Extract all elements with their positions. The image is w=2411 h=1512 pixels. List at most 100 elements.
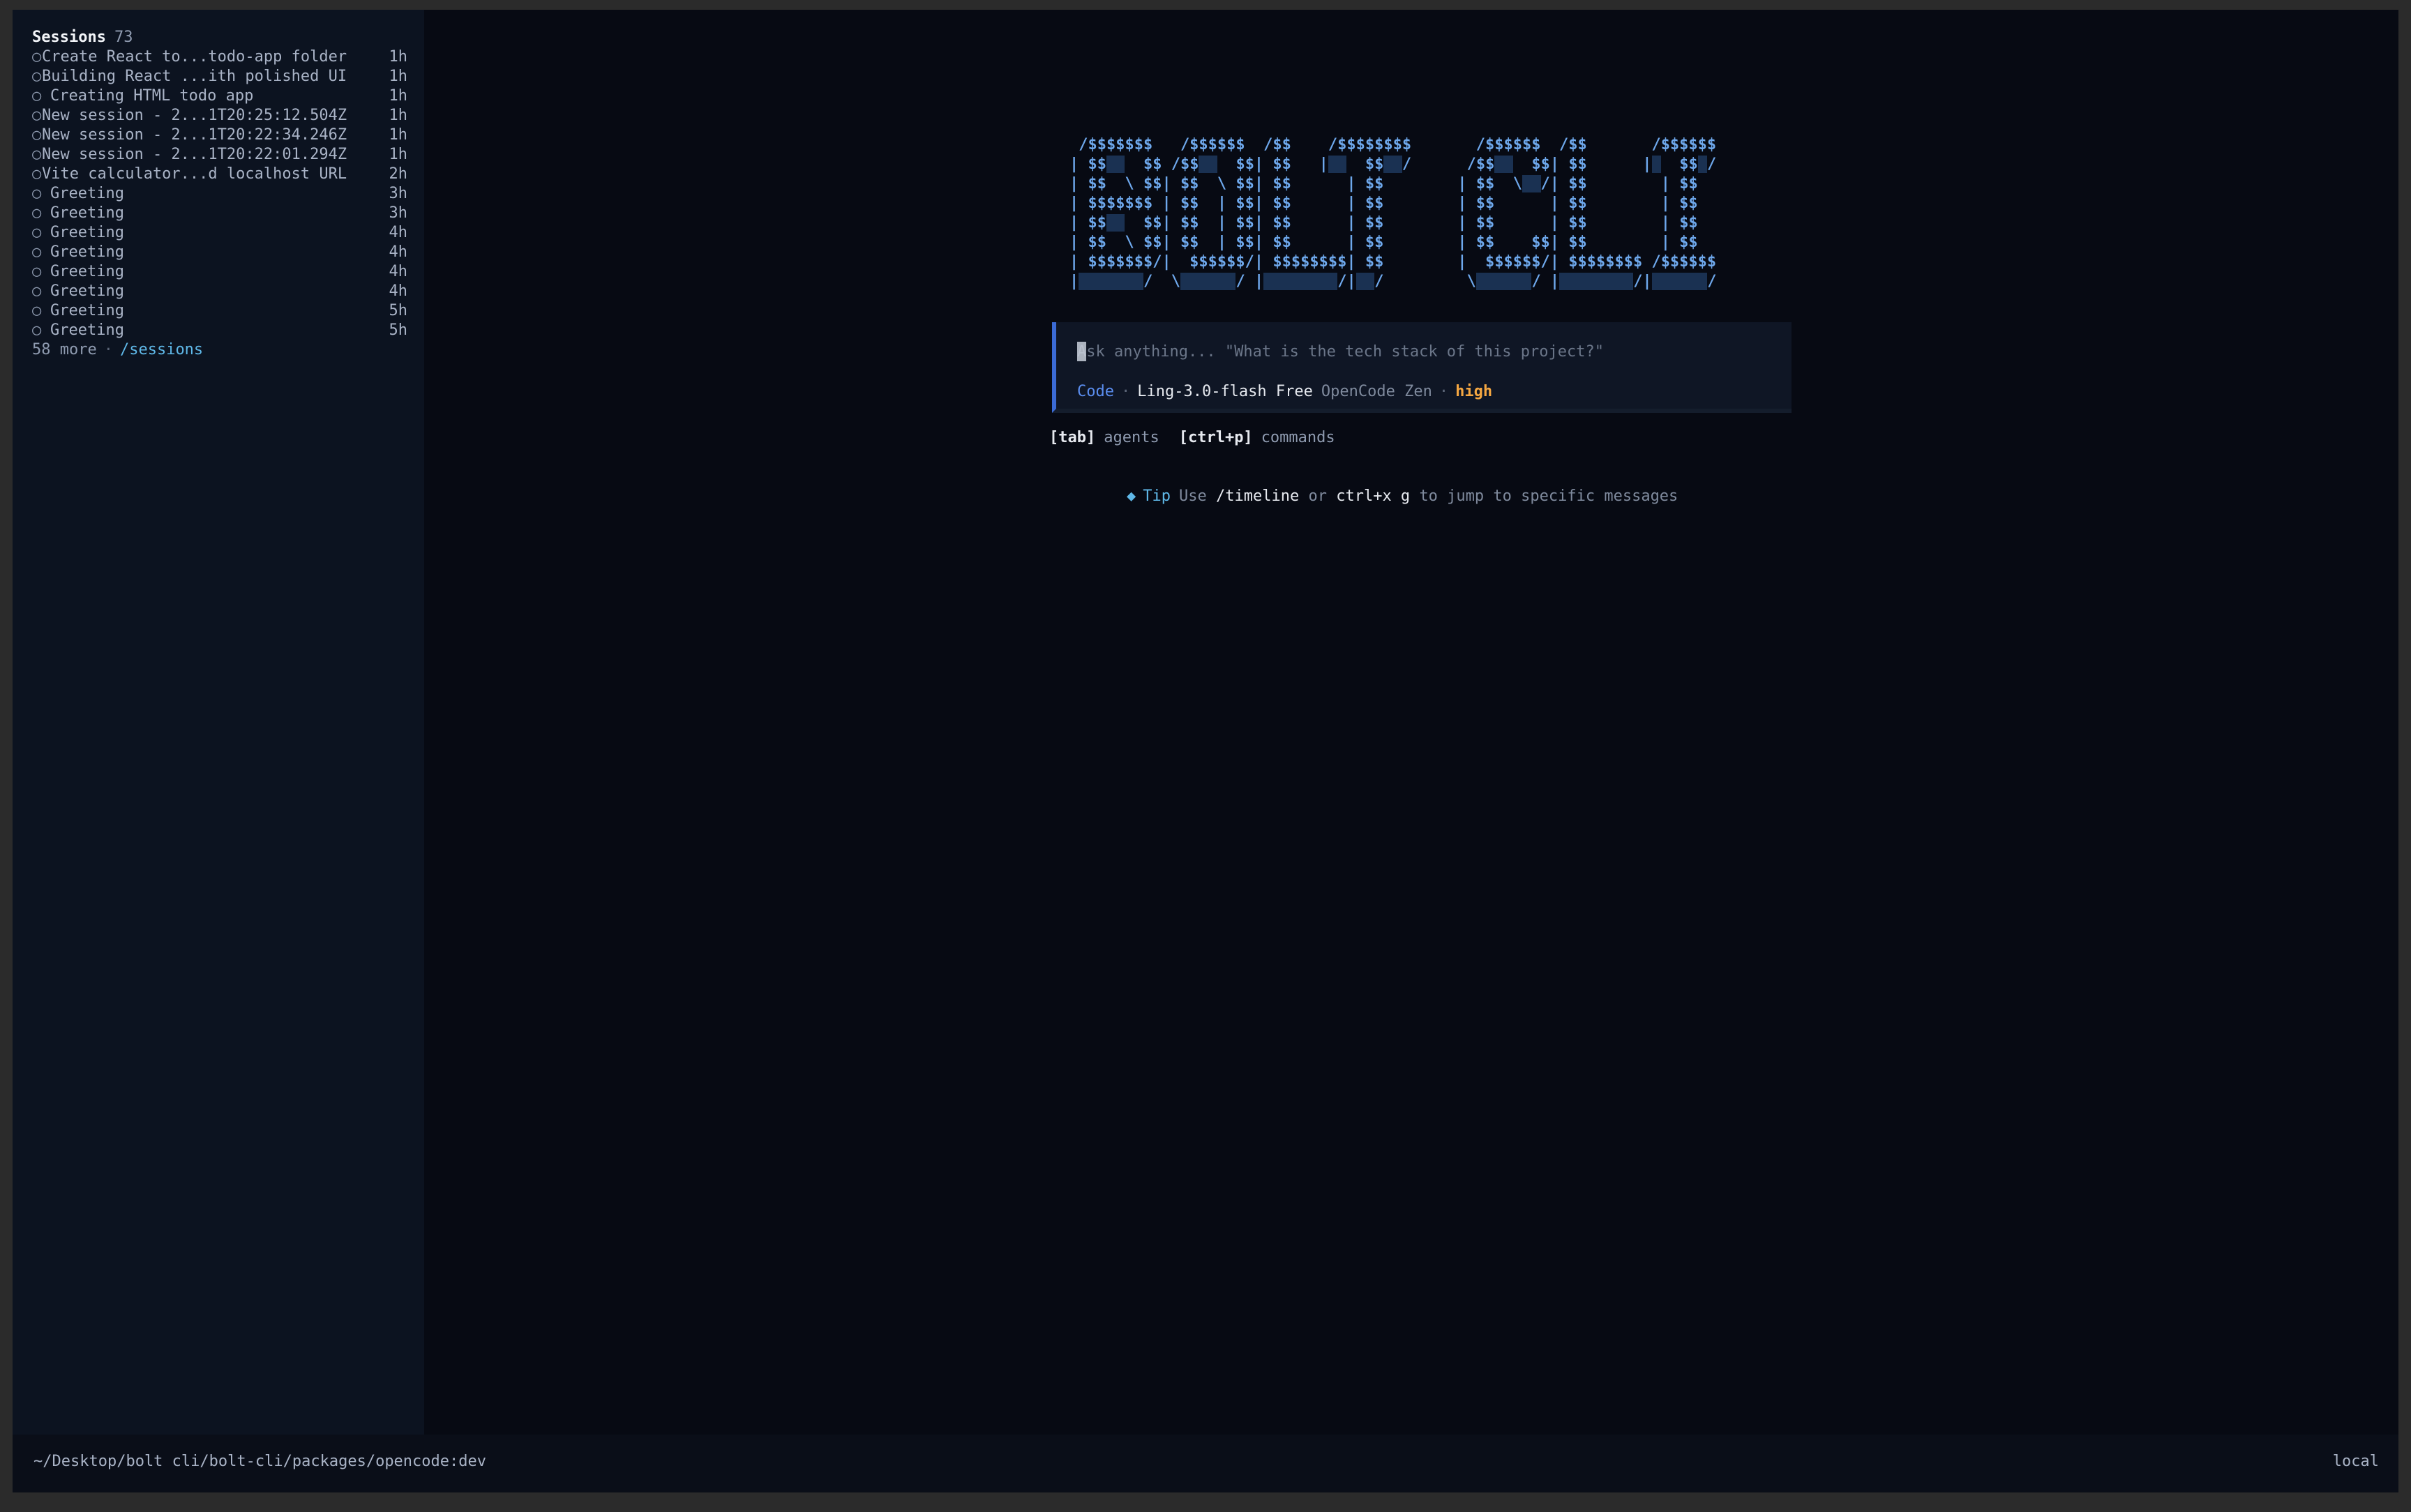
- circle-icon: ○: [32, 243, 42, 261]
- circle-icon: ○: [32, 204, 42, 222]
- session-age: 4h: [389, 282, 408, 300]
- session-age: 1h: [389, 48, 408, 66]
- session-title: Greeting: [50, 243, 124, 261]
- session-age: 2h: [389, 165, 408, 183]
- session-item[interactable]: ○ Greeting 3h: [32, 204, 407, 223]
- session-age: 1h: [389, 87, 408, 105]
- session-age: 5h: [389, 322, 408, 339]
- circle-icon: ○: [32, 107, 42, 124]
- session-item[interactable]: ○ Vite calculator...d localhost URL 2h: [32, 165, 407, 184]
- session-item[interactable]: ○ Greeting 3h: [32, 184, 407, 204]
- tip-label: Tip: [1143, 487, 1171, 505]
- sessions-link[interactable]: /sessions: [120, 341, 203, 358]
- session-title: Greeting: [50, 185, 124, 202]
- model-status-line: Code · Ling-3.0-flash Free OpenCode Zen · hig…: [1077, 382, 1492, 402]
- session-age: 3h: [389, 185, 408, 202]
- session-title: Greeting: [50, 302, 124, 319]
- more-sessions-count: 58 more: [32, 341, 97, 358]
- tip-text-post: to jump to specific messages: [1419, 487, 1678, 505]
- session-item[interactable]: ○ Greeting 4h: [32, 262, 407, 282]
- session-title: Greeting: [50, 224, 124, 241]
- tip-command: /timeline: [1216, 487, 1300, 505]
- circle-icon: ○: [32, 302, 42, 319]
- session-item[interactable]: ○ Creating HTML todo app 1h: [32, 86, 407, 106]
- terminal-window: Sessions 73 ○ Create React to...todo-app f…: [13, 10, 2398, 1492]
- tip-text-pre: Use: [1179, 487, 1207, 505]
- agent-name[interactable]: Code: [1077, 383, 1114, 400]
- session-title: Greeting: [50, 263, 124, 280]
- session-item[interactable]: ○ Greeting 4h: [32, 282, 407, 301]
- session-age: 3h: [389, 204, 408, 222]
- session-item[interactable]: ○ New session - 2...1T20:25:12.504Z 1h: [32, 106, 407, 126]
- session-age: 4h: [389, 263, 408, 280]
- circle-icon: ○: [32, 185, 42, 202]
- logo-line: /$$$$$$$ /$$$$$$ /$$ /$$$$$$$$ /$$$$$$ /…: [1069, 136, 1717, 153]
- sessions-count: 73: [114, 29, 133, 46]
- circle-icon: ○: [32, 68, 42, 85]
- session-item[interactable]: ○ Greeting 4h: [32, 223, 407, 243]
- session-title: Creating HTML todo app: [50, 87, 254, 105]
- logo-line: | $$ $$| $$ | $$| $$ | $$ | $$ | $$ | $$: [1069, 214, 1717, 232]
- session-item[interactable]: ○ Greeting 5h: [32, 301, 407, 321]
- session-age: 1h: [389, 126, 408, 144]
- session-title: Greeting: [50, 204, 124, 222]
- session-age: 1h: [389, 146, 408, 163]
- agents-hint: agents: [1104, 429, 1159, 446]
- circle-icon: ○: [32, 48, 42, 66]
- logo-line: | $$ \ $$| $$ \ $$| $$ | $$ | $$ \ /| $$…: [1069, 175, 1717, 192]
- session-item[interactable]: ○ Create React to...todo-app folder 1h: [32, 47, 407, 67]
- session-item[interactable]: ○ Building React ...ith polished UI 1h: [32, 67, 407, 86]
- prompt-input[interactable]: [1077, 340, 1761, 363]
- shortcut-hints: [tab] agents [ctrl+p] commands: [1049, 428, 1335, 448]
- session-title: Building React ...ith polished UI: [42, 68, 347, 85]
- effort-level[interactable]: high: [1455, 383, 1492, 400]
- logo-line: | / \ / | /| / \ / | /| /: [1069, 273, 1717, 290]
- prompt-box[interactable]: Code · Ling-3.0-flash Free OpenCode Zen · hig…: [1052, 322, 1792, 413]
- sessions-header: Sessions 73: [32, 28, 424, 47]
- session-list: ○ Create React to...todo-app folder 1h ○ Bui…: [32, 47, 424, 340]
- logo-line: | $$ \ $$| $$ | $$| $$ | $$ | $$ $$| $$ …: [1069, 234, 1717, 251]
- logo-line: | $$$$$$$/| $$$$$$/| $$$$$$$$| $$ | $$$$…: [1069, 253, 1717, 271]
- diamond-icon: ◆: [1127, 487, 1136, 505]
- session-age: 4h: [389, 243, 408, 261]
- circle-icon: ○: [32, 87, 42, 105]
- circle-icon: ○: [32, 224, 42, 241]
- session-title: Greeting: [50, 322, 124, 339]
- circle-icon: ○: [32, 322, 42, 339]
- sessions-title: Sessions: [32, 29, 106, 46]
- separator-dot: ·: [1120, 383, 1131, 400]
- circle-icon: ○: [32, 165, 42, 183]
- commands-hint: commands: [1261, 429, 1335, 446]
- separator-dot: ·: [1439, 383, 1449, 400]
- ctrl-p-key: [ctrl+p]: [1178, 429, 1253, 446]
- circle-icon: ○: [32, 263, 42, 280]
- session-title: Vite calculator...d localhost URL: [42, 165, 347, 183]
- logo-line: | $$ $$ /$$ $$| $$ | $$ / /$$ $$| $$ | $…: [1069, 156, 1717, 173]
- circle-icon: ○: [32, 146, 42, 163]
- session-item[interactable]: ○ New session - 2...1T20:22:34.246Z 1h: [32, 126, 407, 145]
- session-age: 1h: [389, 68, 408, 85]
- session-title: Greeting: [50, 282, 124, 300]
- working-directory: ~/Desktop/bolt cli/bolt-cli/packages/ope…: [33, 1453, 487, 1470]
- session-item[interactable]: ○ Greeting 4h: [32, 243, 407, 262]
- session-title: Create React to...todo-app folder: [42, 48, 347, 66]
- status-footer: ~/Desktop/bolt cli/bolt-cli/packages/ope…: [13, 1435, 2398, 1492]
- session-age: 4h: [389, 224, 408, 241]
- circle-icon: ○: [32, 126, 42, 144]
- session-age: 1h: [389, 107, 408, 124]
- text-cursor: [1077, 342, 1086, 361]
- tip-line: ◆ Tip Use /timeline or ctrl+x g to jump to…: [1127, 487, 1678, 506]
- session-age: 5h: [389, 302, 408, 319]
- provider-name: OpenCode Zen: [1321, 383, 1432, 400]
- session-title: New session - 2...1T20:22:01.294Z: [42, 146, 347, 163]
- session-title: New session - 2...1T20:25:12.504Z: [42, 107, 347, 124]
- bolt-cli-ascii-logo: /$$$$$$$ /$$$$$$ /$$ /$$$$$$$$ /$$$$$$ /…: [1069, 135, 1716, 292]
- model-name[interactable]: Ling-3.0-flash Free: [1137, 383, 1313, 400]
- logo-line: | $$$$$$$ | $$ | $$| $$ | $$ | $$ | $$ |…: [1069, 195, 1717, 212]
- more-separator: ·: [103, 341, 113, 358]
- session-title: New session - 2...1T20:22:34.246Z: [42, 126, 347, 144]
- session-item[interactable]: ○ New session - 2...1T20:22:01.294Z 1h: [32, 145, 407, 165]
- circle-icon: ○: [32, 282, 42, 300]
- sessions-sidebar: Sessions 73 ○ Create React to...todo-app f…: [13, 10, 424, 1435]
- session-item[interactable]: ○ Greeting 5h: [32, 321, 407, 340]
